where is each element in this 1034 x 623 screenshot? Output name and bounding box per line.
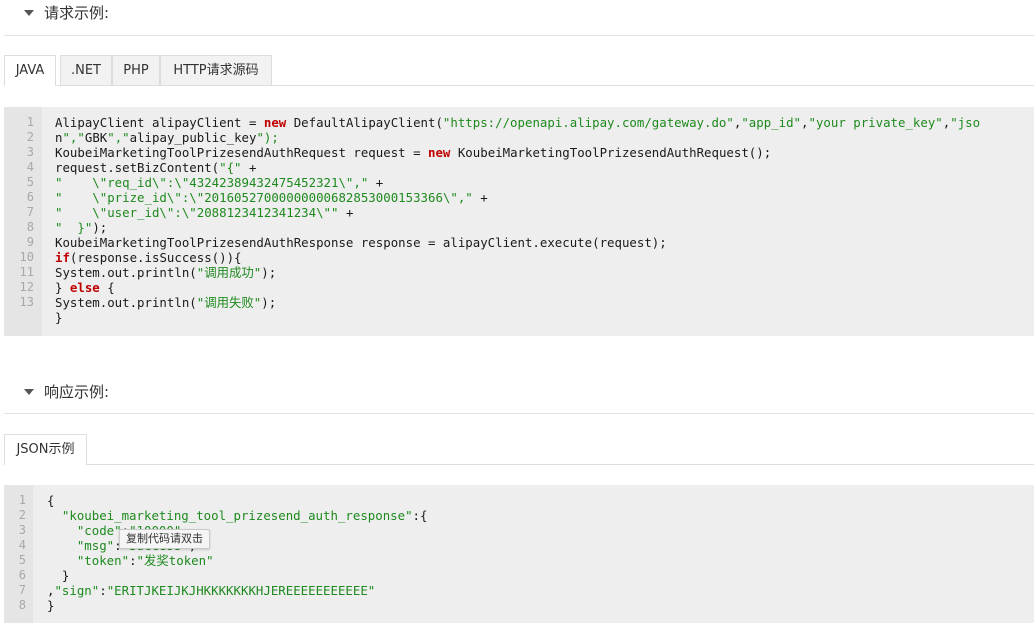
request-example-header[interactable]: 请求示例: [4, 0, 1034, 36]
json-code-block[interactable]: 12345678 { "koubei_marketing_tool_prizes… [4, 485, 1034, 623]
tab-json-example[interactable]: JSON示例 [4, 434, 87, 465]
request-example-title: 请求示例: [44, 4, 110, 22]
collapse-caret-icon[interactable] [24, 10, 34, 16]
tab-http-source[interactable]: HTTP请求源码 [160, 55, 272, 85]
java-code-text: AlipayClient alipayClient = new DefaultA… [55, 115, 981, 325]
tab-dotnet[interactable]: .NET [60, 55, 112, 85]
tab-php[interactable]: PHP [112, 55, 160, 85]
response-example-header[interactable]: 响应示例: [4, 380, 1034, 414]
json-line-numbers: 12345678 [18, 493, 26, 612]
collapse-caret-icon[interactable] [24, 389, 34, 395]
java-line-numbers: 1 2 3 4 5 6 7 8 9 10 11 12 13 [19, 115, 34, 309]
response-example-title: 响应示例: [44, 383, 110, 401]
request-language-tabs: JAVA .NET PHP HTTP请求源码 [4, 55, 1034, 86]
tab-java[interactable]: JAVA [4, 55, 56, 86]
response-format-tabs: JSON示例 [4, 434, 1034, 465]
copy-code-tooltip: 复制代码请双击 [119, 529, 210, 549]
json-code-text: { "koubei_marketing_tool_prizesend_auth_… [47, 493, 428, 613]
java-code-block[interactable]: 1 2 3 4 5 6 7 8 9 10 11 12 13 AlipayClient alipayCli… [4, 107, 1034, 336]
